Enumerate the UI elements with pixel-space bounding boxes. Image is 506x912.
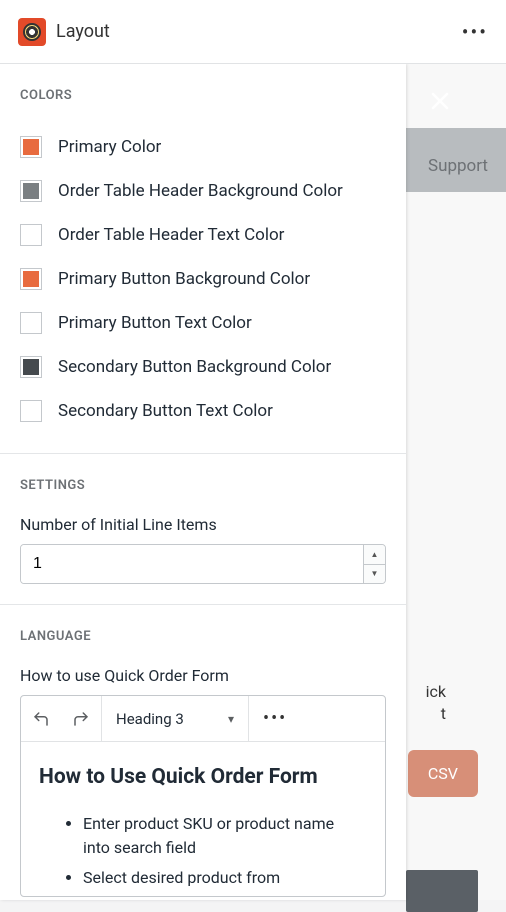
settings-panel: COLORS Primary Color Order Table Header B… <box>0 64 406 900</box>
color-option[interactable]: Order Table Header Background Color <box>20 169 386 213</box>
color-option[interactable]: Order Table Header Text Color <box>20 213 386 257</box>
list-item: Select desired product from <box>83 866 367 890</box>
color-swatch[interactable] <box>20 268 42 290</box>
app-header: Layout ••• <box>0 0 506 64</box>
color-label: Order Table Header Text Color <box>58 225 284 245</box>
header-more-button[interactable]: ••• <box>462 20 488 44</box>
howto-field-label: How to use Quick Order Form <box>20 666 386 685</box>
colors-section: COLORS Primary Color Order Table Header B… <box>0 64 406 454</box>
heading-select-label: Heading 3 <box>116 710 184 728</box>
dark-button[interactable] <box>406 870 478 912</box>
undo-button[interactable] <box>21 696 61 741</box>
settings-section: SETTINGS Number of Initial Line Items ▲ … <box>0 454 406 605</box>
line-items-input-wrap: ▲ ▼ <box>20 544 386 584</box>
line-items-label: Number of Initial Line Items <box>20 515 386 534</box>
redo-button[interactable] <box>61 696 101 741</box>
color-swatch[interactable] <box>20 224 42 246</box>
color-label: Secondary Button Background Color <box>58 357 331 377</box>
bg-text-fragment: ick <box>426 682 446 701</box>
header-title: Layout <box>56 21 110 42</box>
color-option[interactable]: Primary Color <box>20 125 386 169</box>
color-swatch[interactable] <box>20 356 42 378</box>
chevron-down-icon: ▾ <box>228 712 234 726</box>
color-label: Primary Color <box>58 137 161 157</box>
support-link[interactable]: Support <box>428 156 488 176</box>
color-option[interactable]: Primary Button Text Color <box>20 301 386 345</box>
line-items-input[interactable] <box>21 545 363 583</box>
editor-body[interactable]: How to Use Quick Order Form Enter produc… <box>21 742 385 890</box>
language-section: LANGUAGE How to use Quick Order Form Hea… <box>0 605 406 900</box>
step-up-button[interactable]: ▲ <box>364 545 385 565</box>
heading-select[interactable]: Heading 3 ▾ <box>102 696 248 741</box>
color-swatch[interactable] <box>20 180 42 202</box>
rich-text-editor: Heading 3 ▾ ••• How to Use Quick Order F… <box>20 695 386 897</box>
color-option[interactable]: Secondary Button Background Color <box>20 345 386 389</box>
color-label: Primary Button Text Color <box>58 313 252 333</box>
color-swatch[interactable] <box>20 136 42 158</box>
list-item: Enter product SKU or product name into s… <box>83 812 367 860</box>
colors-section-title: COLORS <box>20 88 386 103</box>
step-down-button[interactable]: ▼ <box>364 565 385 584</box>
color-label: Secondary Button Text Color <box>58 401 273 421</box>
stepper: ▲ ▼ <box>363 545 385 583</box>
color-option[interactable]: Primary Button Background Color <box>20 257 386 301</box>
bg-text-fragment: t <box>441 704 446 723</box>
color-label: Primary Button Background Color <box>58 269 310 289</box>
app-logo <box>18 18 46 46</box>
editor-heading: How to Use Quick Order Form <box>39 762 367 794</box>
language-section-title: LANGUAGE <box>20 629 386 644</box>
close-icon[interactable] <box>429 90 451 118</box>
color-option[interactable]: Secondary Button Text Color <box>20 389 386 433</box>
settings-section-title: SETTINGS <box>20 478 386 493</box>
color-swatch[interactable] <box>20 400 42 422</box>
editor-more-button[interactable]: ••• <box>249 696 385 741</box>
editor-toolbar: Heading 3 ▾ ••• <box>21 696 385 742</box>
color-label: Order Table Header Background Color <box>58 181 343 201</box>
csv-button[interactable]: CSV <box>408 750 478 797</box>
color-swatch[interactable] <box>20 312 42 334</box>
